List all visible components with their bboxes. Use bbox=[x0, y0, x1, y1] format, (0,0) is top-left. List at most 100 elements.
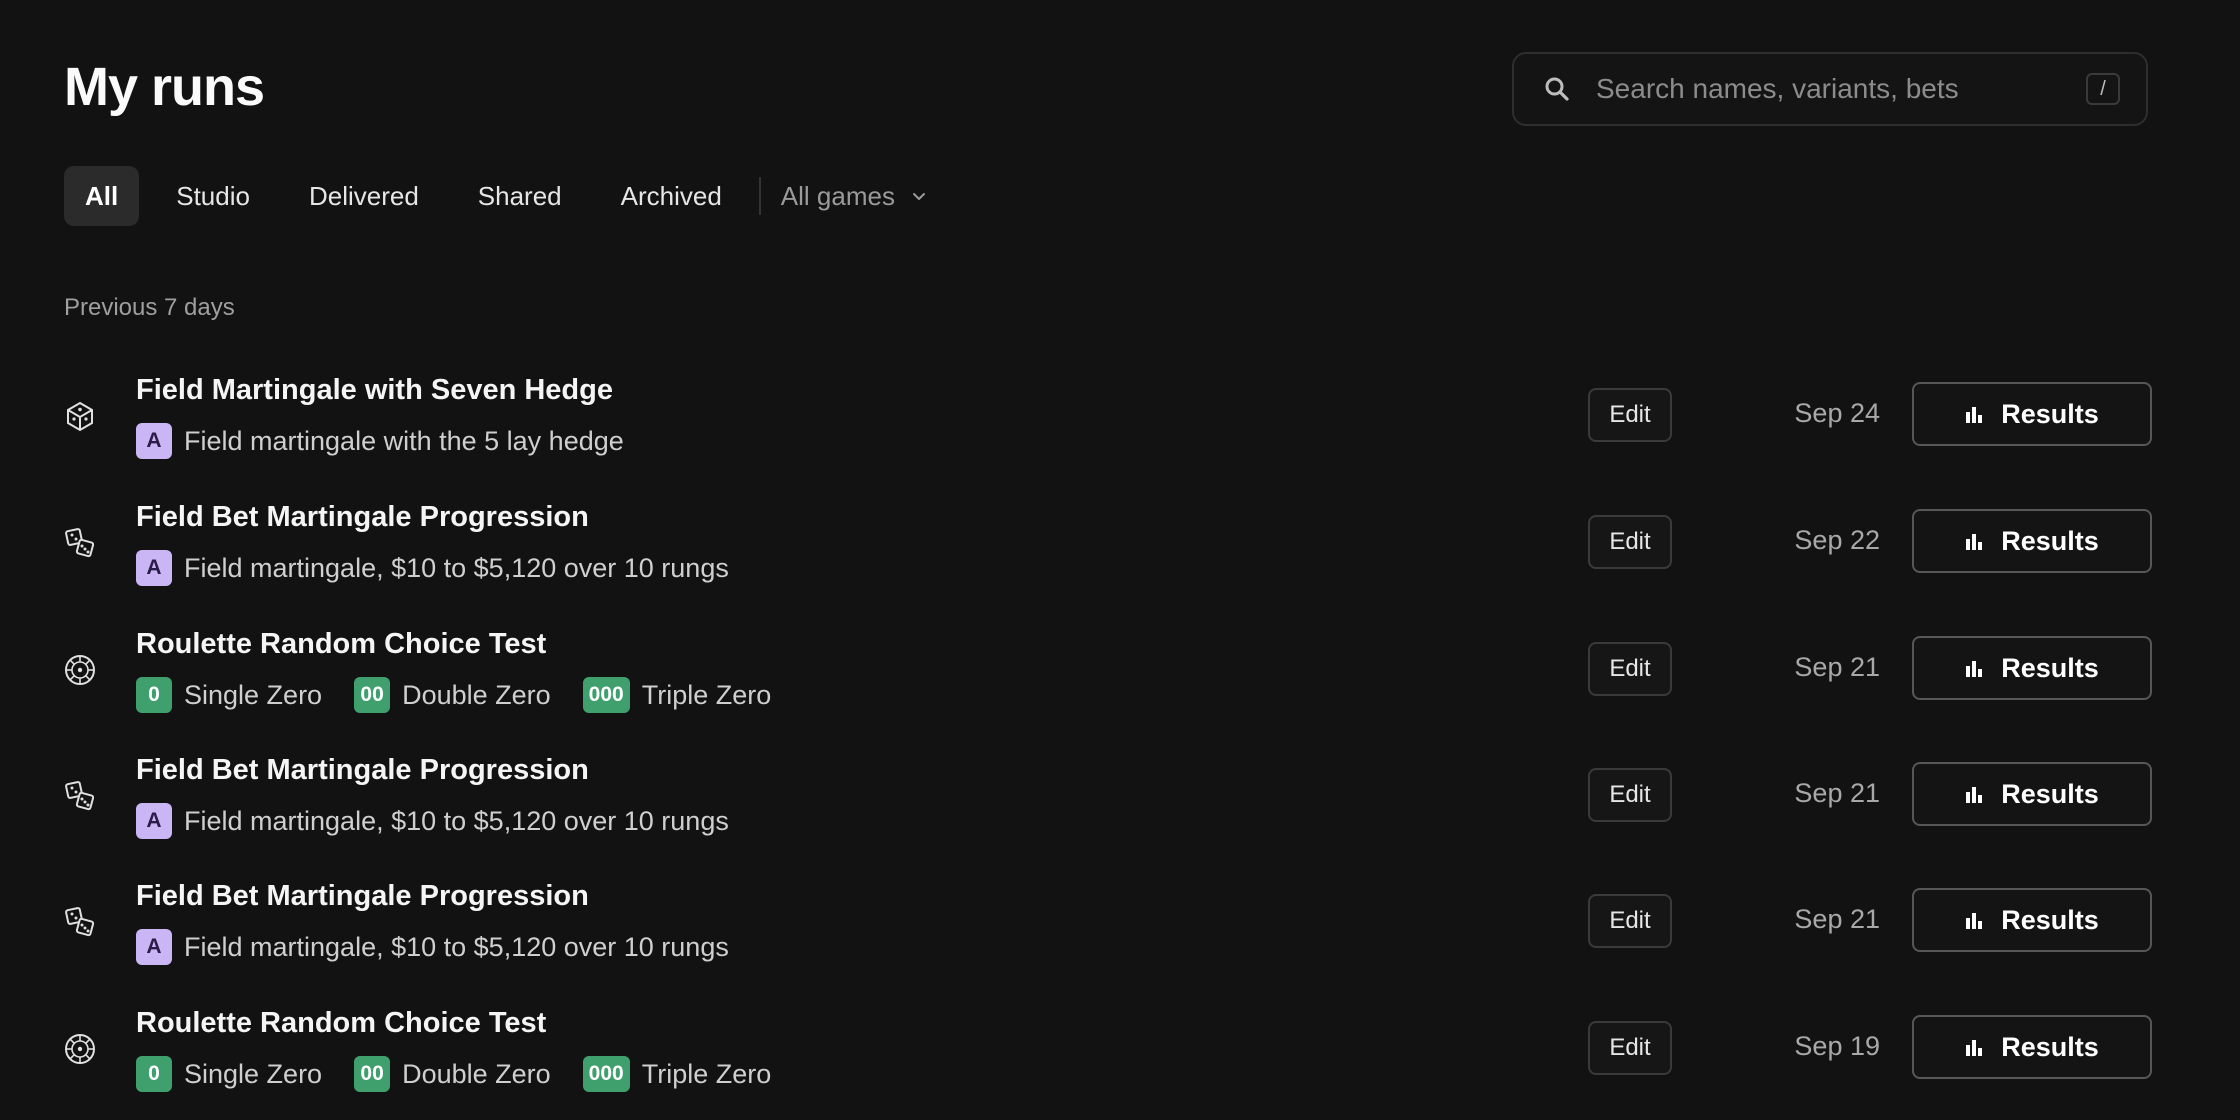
results-label: Results bbox=[2001, 652, 2099, 683]
run-title[interactable]: Field Martingale with Seven Hedge bbox=[136, 374, 613, 407]
bar-chart-icon bbox=[1966, 407, 1983, 423]
run-date: Sep 21 bbox=[1794, 904, 1880, 934]
variant-badge: A bbox=[136, 929, 172, 965]
run-row: Roulette Random Choice Test 0 Single Zer… bbox=[0, 614, 2240, 740]
run-title[interactable]: Field Bet Martingale Progression bbox=[136, 501, 589, 534]
variant-badge: A bbox=[136, 803, 172, 839]
variant-list: A Field martingale, $10 to $5,120 over 1… bbox=[136, 928, 761, 966]
variant-item: 0 Single Zero bbox=[136, 677, 322, 713]
chevron-down-icon bbox=[912, 193, 925, 200]
bar-chart-icon bbox=[1966, 1040, 1983, 1056]
run-row: Field Bet Martingale Progression A Field… bbox=[0, 866, 2240, 992]
tab-archived[interactable]: Archived bbox=[599, 166, 744, 226]
tab-studio[interactable]: Studio bbox=[154, 166, 272, 226]
variant-label: Field martingale with the 5 lay hedge bbox=[184, 425, 624, 456]
run-row: Field Martingale with Seven Hedge A Fiel… bbox=[0, 360, 2240, 486]
variant-list: A Field martingale with the 5 lay hedge bbox=[136, 422, 656, 460]
roulette-wheel-icon bbox=[65, 1034, 95, 1064]
variant-badge: 000 bbox=[582, 1056, 630, 1092]
variant-item: 0 Single Zero bbox=[136, 1056, 322, 1092]
results-button[interactable]: Results bbox=[1912, 1015, 2152, 1079]
roulette-wheel-icon bbox=[65, 655, 95, 685]
edit-button[interactable]: Edit bbox=[1588, 388, 1672, 442]
variant-label: Double Zero bbox=[402, 1058, 551, 1089]
variant-badge: 00 bbox=[354, 1056, 391, 1092]
results-label: Results bbox=[2001, 525, 2099, 556]
results-label: Results bbox=[2001, 778, 2099, 809]
run-date: Sep 21 bbox=[1794, 778, 1880, 808]
bar-chart-icon bbox=[1966, 913, 1983, 929]
variant-badge: 0 bbox=[136, 1056, 172, 1092]
variant-label: Double Zero bbox=[402, 679, 551, 710]
filter-tabs: All Studio Delivered Shared Archived All… bbox=[64, 166, 929, 226]
variant-list: 0 Single Zero 00 Double Zero 000 Triple … bbox=[136, 1055, 803, 1093]
results-button[interactable]: Results bbox=[1912, 888, 2152, 952]
variant-badge: 00 bbox=[354, 677, 391, 713]
tab-shared[interactable]: Shared bbox=[456, 166, 584, 226]
run-row: Field Bet Martingale Progression A Field… bbox=[0, 487, 2240, 613]
variant-item: 00 Double Zero bbox=[354, 677, 551, 713]
variant-item: A Field martingale, $10 to $5,120 over 1… bbox=[136, 550, 729, 586]
run-title[interactable]: Field Bet Martingale Progression bbox=[136, 754, 589, 787]
results-label: Results bbox=[2001, 1031, 2099, 1062]
variant-badge: 000 bbox=[582, 677, 630, 713]
results-label: Results bbox=[2001, 398, 2099, 429]
search-icon bbox=[1545, 77, 1569, 101]
run-title[interactable]: Field Bet Martingale Progression bbox=[136, 880, 589, 913]
search-shortcut-key: / bbox=[2086, 73, 2120, 105]
variant-item: 00 Double Zero bbox=[354, 1056, 551, 1092]
variant-label: Triple Zero bbox=[641, 679, 772, 710]
edit-button[interactable]: Edit bbox=[1588, 642, 1672, 696]
section-heading: Previous 7 days bbox=[64, 294, 235, 321]
tab-delivered[interactable]: Delivered bbox=[287, 166, 441, 226]
variant-label: Field martingale, $10 to $5,120 over 10 … bbox=[184, 552, 729, 583]
results-label: Results bbox=[2001, 904, 2099, 935]
variant-item: A Field martingale, $10 to $5,120 over 1… bbox=[136, 803, 729, 839]
run-date: Sep 24 bbox=[1794, 398, 1880, 428]
variant-label: Field martingale, $10 to $5,120 over 10 … bbox=[184, 931, 729, 962]
results-button[interactable]: Results bbox=[1912, 382, 2152, 446]
results-button[interactable]: Results bbox=[1912, 509, 2152, 573]
variant-list: 0 Single Zero 00 Double Zero 000 Triple … bbox=[136, 676, 803, 714]
bar-chart-icon bbox=[1966, 787, 1983, 803]
edit-button[interactable]: Edit bbox=[1588, 894, 1672, 948]
variant-list: A Field martingale, $10 to $5,120 over 1… bbox=[136, 549, 761, 587]
run-title[interactable]: Roulette Random Choice Test bbox=[136, 1007, 546, 1040]
dice-pair-icon bbox=[65, 528, 95, 558]
variant-badge: A bbox=[136, 550, 172, 586]
variant-label: Single Zero bbox=[184, 679, 323, 710]
bar-chart-icon bbox=[1966, 534, 1983, 550]
variant-label: Single Zero bbox=[184, 1058, 323, 1089]
edit-button[interactable]: Edit bbox=[1588, 515, 1672, 569]
dice-pair-icon bbox=[65, 907, 95, 937]
variant-badge: 0 bbox=[136, 677, 172, 713]
variant-list: A Field martingale, $10 to $5,120 over 1… bbox=[136, 802, 761, 840]
tab-all[interactable]: All bbox=[64, 166, 140, 226]
variant-item: 000 Triple Zero bbox=[582, 677, 772, 713]
run-date: Sep 19 bbox=[1794, 1031, 1880, 1061]
die-icon bbox=[67, 401, 93, 432]
results-button[interactable]: Results bbox=[1912, 762, 2152, 826]
page-title: My runs bbox=[64, 57, 265, 117]
search-box[interactable]: / bbox=[1512, 52, 2148, 126]
games-filter-label: All games bbox=[780, 180, 895, 211]
variant-label: Field martingale, $10 to $5,120 over 10 … bbox=[184, 805, 729, 836]
tab-divider bbox=[758, 177, 761, 215]
variant-item: A Field martingale with the 5 lay hedge bbox=[136, 423, 624, 459]
variant-item: A Field martingale, $10 to $5,120 over 1… bbox=[136, 929, 729, 965]
run-date: Sep 22 bbox=[1794, 525, 1880, 555]
run-row: Field Bet Martingale Progression A Field… bbox=[0, 740, 2240, 866]
variant-badge: A bbox=[136, 423, 172, 459]
search-input[interactable] bbox=[1594, 72, 2086, 106]
run-row: Roulette Random Choice Test 0 Single Zer… bbox=[0, 993, 2240, 1119]
variant-item: 000 Triple Zero bbox=[582, 1056, 772, 1092]
edit-button[interactable]: Edit bbox=[1588, 1021, 1672, 1075]
dice-pair-icon bbox=[65, 781, 95, 811]
run-title[interactable]: Roulette Random Choice Test bbox=[136, 628, 546, 661]
variant-label: Triple Zero bbox=[641, 1058, 772, 1089]
run-date: Sep 21 bbox=[1794, 652, 1880, 682]
results-button[interactable]: Results bbox=[1912, 636, 2152, 700]
games-filter-dropdown[interactable]: All games bbox=[781, 181, 929, 212]
bar-chart-icon bbox=[1966, 661, 1983, 677]
edit-button[interactable]: Edit bbox=[1588, 768, 1672, 822]
